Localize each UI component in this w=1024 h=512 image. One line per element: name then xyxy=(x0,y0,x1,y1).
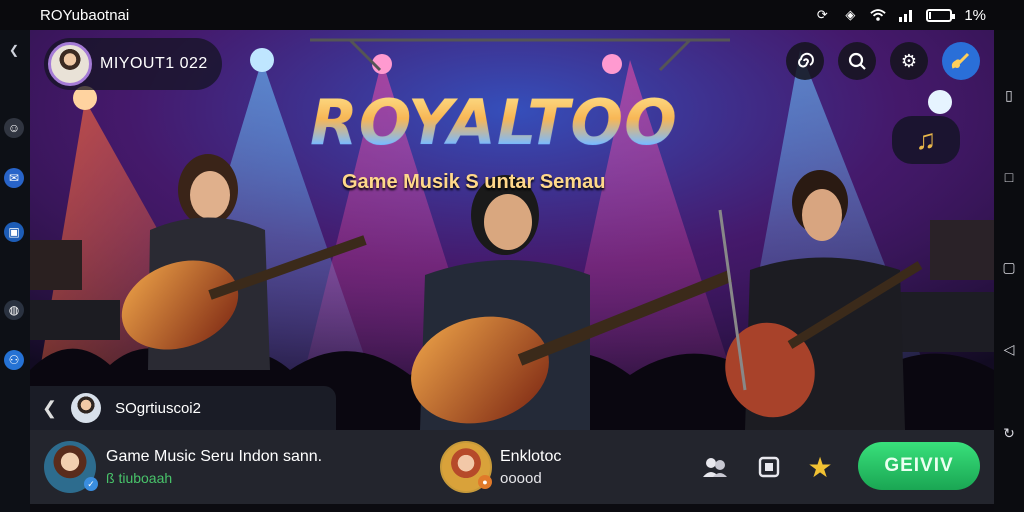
user-overlay[interactable]: ❮ SOgrtiuscoi2 xyxy=(30,386,336,430)
artist-badge-icon: ● xyxy=(478,475,492,489)
profile-chip[interactable]: MIYOUT1 022 xyxy=(44,38,222,90)
battery-icon xyxy=(926,8,956,22)
music-note-emblem-icon: ♫ xyxy=(892,116,960,164)
star-icon[interactable]: ★ xyxy=(805,452,835,483)
globe-icon[interactable]: ◍ xyxy=(4,300,24,320)
artist-avatar[interactable]: ● xyxy=(440,441,492,493)
track-subtitle: ß tiuboaah xyxy=(106,470,173,486)
profile-username: MIYOUT1 022 xyxy=(100,55,208,72)
overlay-avatar[interactable] xyxy=(71,393,102,423)
shield-icon: ◈ xyxy=(845,7,856,22)
wifi-icon xyxy=(870,7,887,23)
spiral-icon[interactable] xyxy=(786,42,824,80)
recent-apps-icon[interactable]: □ xyxy=(1000,168,1018,186)
artist-subtitle: ooood xyxy=(500,470,542,487)
track-avatar[interactable]: ✓ xyxy=(44,441,98,493)
hero-tagline: Game Musik S untar Semau xyxy=(342,171,606,193)
back-icon[interactable]: ◁ xyxy=(1000,340,1018,358)
chat-icon[interactable]: ▣ xyxy=(4,222,24,242)
left-rail: ❮ ☺ ✉ ▣ ◍ ⚇ xyxy=(0,30,30,512)
square-icon[interactable] xyxy=(754,452,784,482)
status-bar: ROYubaotnai ⟳ ◈ 1% xyxy=(0,0,1024,30)
app-logo: ROYALTOO xyxy=(310,86,678,159)
users-icon[interactable] xyxy=(700,452,730,482)
status-icons: ⟳ ◈ 1% xyxy=(814,7,986,24)
gear-icon[interactable]: ⚙ xyxy=(890,42,928,80)
avatar[interactable] xyxy=(48,42,92,86)
signal-icon xyxy=(898,7,914,23)
get-button[interactable]: GEIVIV xyxy=(858,442,980,490)
artist-info[interactable]: Enklotoc ooood xyxy=(500,448,561,487)
bottom-bar: ✓ Game Music Seru Indon sann. ß tiuboaah… xyxy=(30,430,994,504)
home-square-icon[interactable]: ▢ xyxy=(1000,258,1018,276)
emoji-icon[interactable]: ☺ xyxy=(4,118,24,138)
verified-icon: ✓ xyxy=(84,477,98,491)
sync-icon: ⟳ xyxy=(816,7,828,22)
artist-name: Enklotoc xyxy=(500,448,562,465)
collapse-arrow-icon[interactable]: ❮ xyxy=(4,40,24,60)
track-title: Game Music Seru Indon sann. xyxy=(106,448,323,465)
overlay-username: SOgrtiuscoi2 xyxy=(115,399,201,417)
track-info[interactable]: Game Music Seru Indon sann. ß tiuboaah xyxy=(106,448,322,486)
guitar-icon[interactable] xyxy=(942,42,980,80)
search-icon[interactable] xyxy=(838,42,876,80)
battery-text: 1% xyxy=(964,6,986,24)
refresh-icon[interactable]: ↻ xyxy=(1000,424,1018,442)
back-chevron-icon[interactable]: ❮ xyxy=(42,398,57,419)
mail-icon[interactable]: ✉ xyxy=(4,168,24,188)
right-rail: ▯ □ ▢ ◁ ↻ xyxy=(994,30,1024,512)
app-title: ROYubaotnai xyxy=(40,6,130,24)
people-icon[interactable]: ⚇ xyxy=(4,350,24,370)
hero-stage: MIYOUT1 022 ⚙ ROYALTOO Game Musik S unta… xyxy=(30,30,994,430)
top-actions: ⚙ xyxy=(786,42,980,80)
rotate-icon[interactable]: ▯ xyxy=(1000,86,1018,104)
